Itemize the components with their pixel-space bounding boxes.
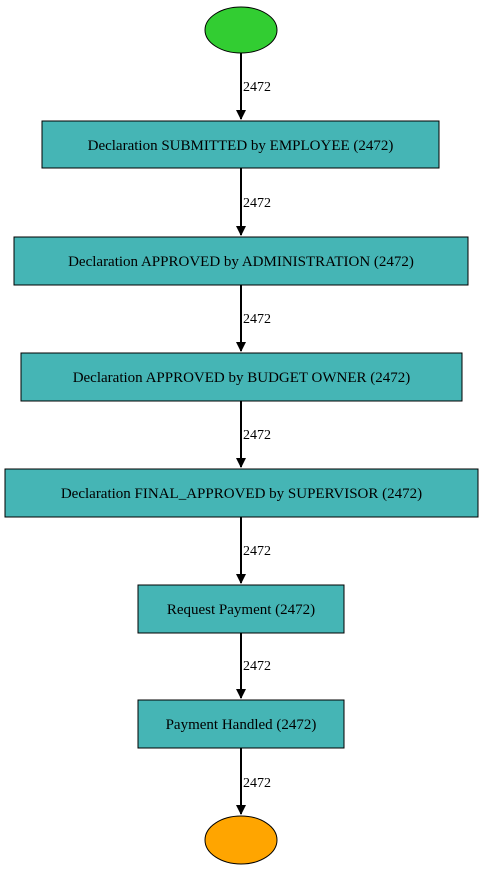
- edge-label-4: 2472: [243, 428, 271, 443]
- activity-node-admin-approved[interactable]: Declaration APPROVED by ADMINISTRATION (…: [13, 236, 469, 286]
- start-node[interactable]: [204, 6, 278, 54]
- activity-node-budget-approved[interactable]: Declaration APPROVED by BUDGET OWNER (24…: [20, 352, 463, 402]
- activity-label: Declaration APPROVED by BUDGET OWNER (24…: [73, 370, 411, 386]
- activity-label: Declaration FINAL_APPROVED by SUPERVISOR…: [61, 486, 422, 502]
- edge-label-1: 2472: [243, 80, 271, 95]
- activity-node-payment-handled[interactable]: Payment Handled (2472): [137, 699, 345, 749]
- activity-label: Payment Handled (2472): [166, 717, 317, 733]
- end-node[interactable]: [204, 815, 278, 865]
- activity-label: Request Payment (2472): [167, 602, 315, 618]
- activity-node-final-approved[interactable]: Declaration FINAL_APPROVED by SUPERVISOR…: [4, 468, 479, 518]
- edge-label-7: 2472: [243, 776, 271, 791]
- edge-label-2: 2472: [243, 196, 271, 211]
- activity-label: Declaration SUBMITTED by EMPLOYEE (2472): [88, 138, 394, 154]
- process-flow-diagram: 2472 2472 2472 2472 2472 2472 2472 Decla…: [4, 6, 479, 865]
- edge-label-5: 2472: [243, 544, 271, 559]
- edge-label-3: 2472: [243, 312, 271, 327]
- activity-node-request-payment[interactable]: Request Payment (2472): [137, 584, 345, 634]
- edge-label-6: 2472: [243, 659, 271, 674]
- activity-label: Declaration APPROVED by ADMINISTRATION (…: [68, 254, 414, 270]
- activity-node-submitted[interactable]: Declaration SUBMITTED by EMPLOYEE (2472): [41, 120, 440, 169]
